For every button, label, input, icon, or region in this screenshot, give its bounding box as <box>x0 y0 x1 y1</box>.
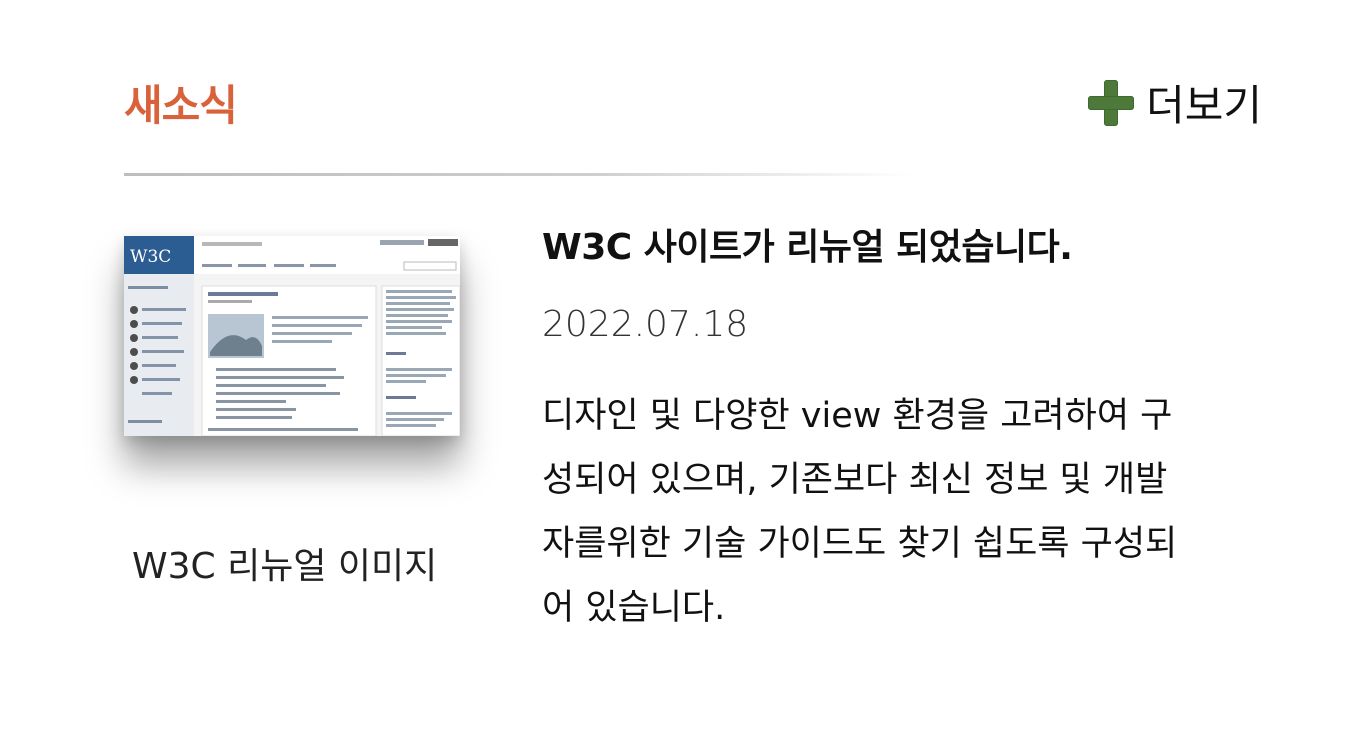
news-body-line: 디자인 및 다양한 view 환경을 고려하여 구 <box>542 396 1173 436</box>
news-body-line: 어 있습니다. <box>542 588 726 628</box>
news-thumbnail[interactable]: W3C <box>124 236 460 436</box>
w3c-logo: W3C <box>130 247 171 267</box>
news-body: 디자인 및 다양한 view 환경을 고려하여 구 성되어 있으며, 기존보다 … <box>542 384 1262 640</box>
news-title-link[interactable]: W3C 사이트가 리뉴얼 되었습니다. <box>542 218 1073 270</box>
section-title: 새소식 <box>124 81 238 130</box>
news-body-line: 성되어 있으며, 기존보다 최신 정보 및 개발 <box>542 460 1168 500</box>
more-label: 더보기 <box>1146 81 1262 130</box>
plus-icon <box>1088 79 1135 126</box>
divider <box>124 173 914 176</box>
more-button[interactable]: 더보기 <box>1088 72 1262 133</box>
w3c-site-screenshot: W3C <box>124 236 460 436</box>
thumbnail-caption: W3C 리뉴얼 이미지 <box>132 546 438 587</box>
news-body-line: 자를위한 기술 가이드도 찾기 쉽도록 구성되 <box>542 524 1178 564</box>
news-date: 2022.07.18 <box>542 304 749 345</box>
